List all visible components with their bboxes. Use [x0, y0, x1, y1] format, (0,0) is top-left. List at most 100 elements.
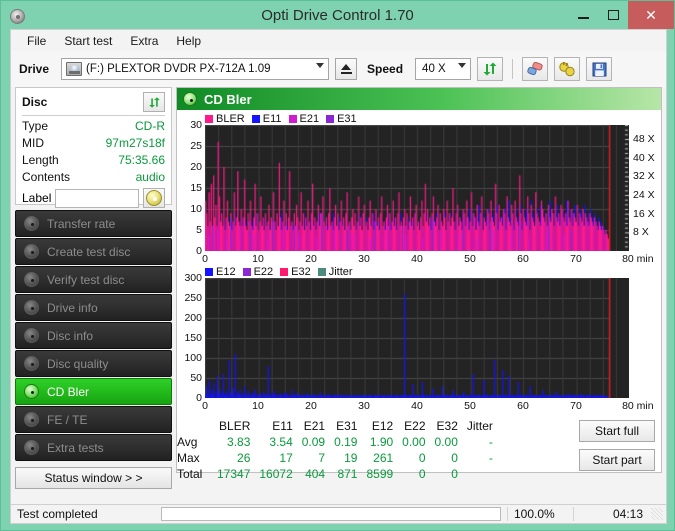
stats-total-jitter — [467, 466, 502, 482]
stats-col-e32: E32 — [436, 419, 458, 433]
sidebar-item-create-test-disc[interactable]: Create test disc — [15, 238, 172, 265]
resize-grip-icon[interactable] — [651, 508, 663, 520]
sidebar-label: Disc info — [47, 328, 94, 343]
minimize-icon — [577, 17, 589, 19]
client-area: File Start test Extra Help Drive (F:) PL… — [10, 29, 667, 523]
stats-max-bler: 26 — [237, 451, 251, 465]
save-button[interactable] — [586, 57, 613, 81]
chart1-canvas — [205, 125, 629, 251]
close-button[interactable]: ✕ — [628, 1, 674, 29]
stats-col-bler: BLER — [219, 419, 251, 433]
disc-icon — [24, 216, 39, 231]
stats-avg-jitter: - — [488, 435, 493, 449]
stats-col-e21: E21 — [303, 419, 326, 433]
x-axis-tick: 30 — [358, 400, 370, 412]
y-axis-tick: 150 — [184, 332, 202, 344]
stats-avg-bler: 3.83 — [227, 435, 251, 449]
chart2-plot: 0 50 100 150 200 250 300 0 10 20 30 40 50 60 70 80 min — [184, 272, 653, 412]
disc-icon — [24, 412, 39, 427]
menu-start-test[interactable]: Start test — [55, 32, 121, 50]
status-window-button[interactable]: Status window > > — [15, 467, 172, 489]
maximize-button[interactable] — [598, 1, 628, 29]
disc-panel: Disc Type CD-R MID 97m27s18f Length 75:3… — [15, 87, 172, 208]
legend-e11: E11 — [251, 113, 282, 125]
disc-label-input[interactable] — [55, 188, 140, 208]
content-panel: CD Bler BLER E11 E21 E31 0 5 10 15 20 25… — [176, 87, 662, 481]
y-axis-tick: 30 — [190, 119, 202, 131]
y-axis-tick: 300 — [184, 272, 202, 284]
menu-extra[interactable]: Extra — [121, 32, 167, 50]
sidebar-item-drive-info[interactable]: Drive info — [15, 294, 172, 321]
sidebar-label: Verify test disc — [47, 272, 125, 287]
disc-value-contents: audio — [135, 170, 165, 184]
speed-select[interactable]: 40 X — [415, 58, 472, 80]
stats-grid: BLER E11 E21 E31 E12 E22 E32 Jitter Avg … — [177, 418, 502, 482]
disc-panel-title: Disc — [22, 95, 48, 109]
chart2-canvas — [205, 278, 629, 398]
disc-label-button[interactable] — [143, 188, 165, 208]
stats-total-e11: 16072 — [259, 467, 293, 481]
stats-row-label-avg: Avg — [177, 435, 198, 449]
stats-avg-e21: 0.09 — [301, 435, 326, 449]
chart1-plot: 0 5 10 15 20 25 30 0 10 20 30 40 50 60 70 80 min 8 X 16 X… — [190, 119, 654, 265]
sidebar-item-disc-quality[interactable]: Disc quality — [15, 350, 172, 377]
drive-toolbar: Drive (F:) PLEXTOR DVDR PX-712A 1.09 Spe… — [11, 51, 666, 87]
cd-e12-chart: E12 E22 E32 Jitter 0 50 100 150 200 250 300 0 10… — [177, 263, 661, 414]
disc-row-type: Type CD-R — [22, 119, 165, 133]
legend-e12: E12 — [205, 266, 236, 278]
stats-max-e11: 17 — [279, 451, 293, 465]
disc-value-type: CD-R — [135, 119, 165, 133]
stats-max-e12: 261 — [373, 451, 394, 465]
minimize-button[interactable] — [568, 1, 598, 29]
x-axis-tick: 60 — [517, 400, 529, 412]
start-full-button[interactable]: Start full — [579, 420, 655, 442]
stats-col-e11: E11 — [272, 419, 293, 433]
sidebar-item-verify-test-disc[interactable]: Verify test disc — [15, 266, 172, 293]
drive-select[interactable]: (F:) PLEXTOR DVDR PX-712A 1.09 — [61, 58, 330, 80]
disc-refresh-button[interactable] — [143, 92, 165, 112]
sidebar-item-fe-te[interactable]: FE / TE — [15, 406, 172, 433]
cd-bler-chart: BLER E11 E21 E31 0 5 10 15 20 25 30 0 10 20 30 40 50… — [177, 110, 661, 267]
save-icon — [592, 62, 607, 76]
sidebar-item-cd-bler[interactable]: CD Bler — [15, 378, 172, 405]
cd-icon — [146, 190, 162, 206]
test-nav: Transfer rate Create test disc Verify te… — [15, 210, 172, 461]
disc-icon — [24, 272, 39, 287]
speed-axis-tick: 16 X — [633, 207, 655, 220]
y-axis-tick: 50 — [190, 372, 202, 384]
plug-button[interactable] — [554, 57, 581, 81]
speed-select-value: 40 X — [422, 63, 446, 75]
close-icon: ✕ — [645, 6, 657, 23]
sidebar-label: Extra tests — [47, 440, 104, 455]
sidebar-label: Create test disc — [47, 244, 131, 259]
disc-panel-header: Disc — [22, 92, 165, 116]
refresh-button[interactable] — [477, 57, 504, 81]
disc-row-length: Length 75:35.66 — [22, 153, 165, 167]
sidebar-label: CD Bler — [47, 384, 90, 399]
x-axis-tick: 40 — [411, 400, 423, 412]
x-axis-tick: 70 — [570, 400, 582, 412]
erase-button[interactable] — [522, 57, 549, 81]
menu-help[interactable]: Help — [167, 32, 210, 50]
stats-max-e22: 0 — [418, 451, 426, 465]
legend-e22: E22 — [242, 266, 273, 278]
app-window: Opti Drive Control 1.70 ✕ File Start tes… — [0, 0, 675, 531]
disc-key-contents: Contents — [22, 170, 71, 184]
progress-bar — [161, 507, 501, 521]
menu-bar: File Start test Extra Help — [11, 30, 666, 51]
speed-axis-tick: 32 X — [633, 170, 655, 183]
disc-key-label: Label — [22, 191, 52, 205]
stats-col-jitter: Jitter — [466, 419, 493, 433]
menu-file[interactable]: File — [18, 32, 55, 50]
start-part-button[interactable]: Start part — [579, 449, 655, 471]
sidebar-item-transfer-rate[interactable]: Transfer rate — [15, 210, 172, 237]
sidebar-item-extra-tests[interactable]: Extra tests — [15, 434, 172, 461]
sidebar-item-disc-info[interactable]: Disc info — [15, 322, 172, 349]
eject-button[interactable] — [335, 58, 358, 80]
disc-key-mid: MID — [22, 136, 44, 150]
test-buttons: Start full Start part — [579, 418, 661, 482]
sidebar-label: FE / TE — [47, 412, 88, 427]
chart1-legend: BLER E11 E21 E31 — [179, 112, 659, 125]
speed-axis-tick: 40 X — [633, 151, 655, 164]
y-axis-tick: 20 — [190, 161, 202, 173]
